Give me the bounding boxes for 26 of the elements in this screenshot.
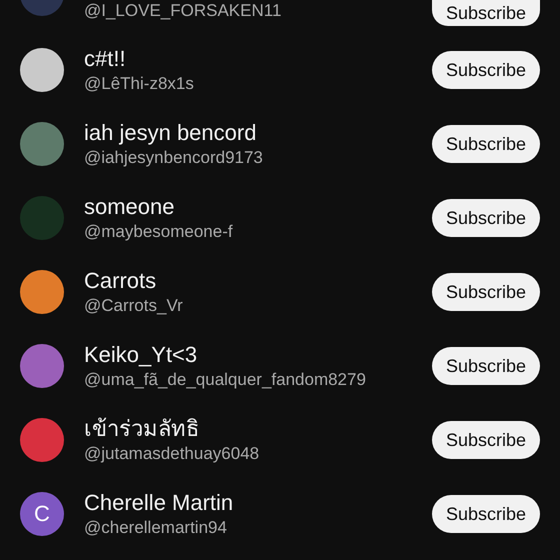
subscribe-button[interactable]: Subscribe <box>432 51 540 89</box>
channel-handle: @jutamasdethuay6048 <box>84 443 260 465</box>
avatar-photo[interactable] <box>20 270 64 314</box>
channel-name: Keiko_Yt<3 <box>84 341 198 369</box>
subscribe-button[interactable]: Subscribe <box>432 273 540 311</box>
subscribe-button[interactable]: Subscribe <box>432 347 540 385</box>
subscribe-button[interactable]: Subscribe <box>432 125 540 163</box>
subscribe-button[interactable]: Subscribe <box>432 421 540 459</box>
channel-handle: @iahjesynbencord9173 <box>84 147 264 169</box>
avatar-letter[interactable]: C <box>20 492 64 536</box>
channel-handle: @Carrots_Vr <box>84 295 184 317</box>
channel-handle: @uma_fã_de_qualquer_fandom8279 <box>84 369 367 391</box>
channel-name: someone <box>84 193 176 221</box>
subscribe-button[interactable]: Subscribe <box>432 0 540 26</box>
channel-handle: @LêThi-z8x1s <box>84 73 195 95</box>
channel-name: c#t!! <box>84 45 127 73</box>
channel-handle: @cherellemartin94 <box>84 517 228 539</box>
channel-name: Cherelle Martin <box>84 489 234 517</box>
subscribe-button[interactable]: Subscribe <box>432 199 540 237</box>
channel-name: iah jesyn bencord <box>84 119 258 147</box>
channel-handle: @I_LOVE_FORSAKEN11 <box>84 0 282 22</box>
subscribe-button[interactable]: Subscribe <box>432 495 540 533</box>
channel-handle: @maybesomeone-f <box>84 221 234 243</box>
avatar-photo[interactable] <box>20 48 64 92</box>
channel-name: Carrots <box>84 267 158 295</box>
channel-name: เข้าร่วมลัทธิ <box>84 415 200 443</box>
